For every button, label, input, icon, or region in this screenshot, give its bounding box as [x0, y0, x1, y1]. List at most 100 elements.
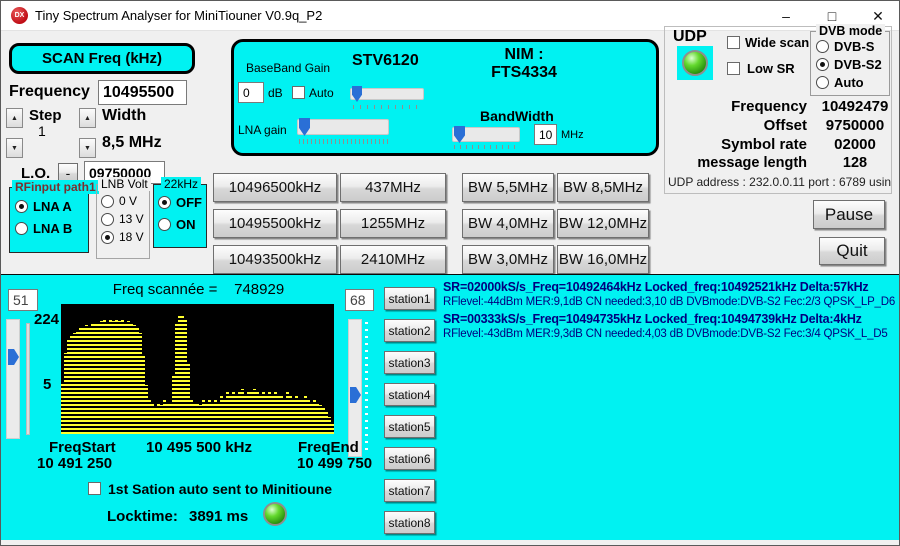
freq-start-value: 10 491 250 — [37, 455, 112, 472]
wide-scan-checkbox[interactable] — [727, 36, 740, 49]
lnb-volt-group: LNB Volt 0 V 13 V 18 V — [96, 184, 150, 259]
station8-button[interactable]: station8 — [384, 511, 435, 534]
radio-dvb-s2[interactable]: DVB-S2 — [816, 57, 882, 72]
scan-freq-button[interactable]: SCAN Freq (kHz) — [9, 43, 195, 74]
radio-22khz-on[interactable]: ON — [158, 217, 196, 232]
radio-dvb-s[interactable]: DVB-S — [816, 39, 874, 54]
app-window: DX Tiny Spectrum Analyser for MiniTioune… — [0, 0, 900, 546]
udp-led-frame — [677, 46, 713, 80]
nim-label-line1: NIM : — [474, 46, 574, 64]
right-gain-slider-thumb[interactable] — [350, 387, 361, 403]
preset-bw-button-40[interactable]: BW 4,0MHz — [462, 209, 554, 238]
preset-band-button-1[interactable]: 437MHz — [340, 173, 446, 202]
preset-band-button-2[interactable]: 1255MHz — [340, 209, 446, 238]
chip-label: STV6120 — [352, 52, 419, 70]
left-gain-input[interactable]: 51 — [8, 289, 38, 311]
status-row: Symbol rate 02000 — [695, 136, 891, 155]
status-rows: Frequency 10492479 Offset 9750000 Symbol… — [695, 98, 891, 172]
frequency-input[interactable]: 10495500 — [98, 80, 187, 105]
lna-slider-ticks — [299, 139, 389, 144]
status-label: message length — [697, 155, 807, 171]
left-gain-slider-thumb[interactable] — [8, 349, 19, 365]
right-gain-slider[interactable] — [348, 319, 362, 457]
freq-start-label: FreqStart — [49, 439, 116, 456]
status-row: Frequency 10492479 — [695, 98, 891, 117]
radio-13v[interactable]: 13 V — [101, 212, 144, 226]
station2-button[interactable]: station2 — [384, 319, 435, 342]
center-freq-value: 10 495 500 kHz — [139, 439, 259, 456]
result2-line1: SR=00333kS/s_Freq=10494735kHz Locked_fre… — [443, 312, 899, 328]
radio-18v[interactable]: 18 V — [101, 230, 144, 244]
station6-button[interactable]: station6 — [384, 447, 435, 470]
preset-freq-button-3[interactable]: 10493500kHz — [213, 245, 337, 274]
lna-gain-label: LNA gain — [238, 123, 287, 137]
station3-button[interactable]: station3 — [384, 351, 435, 374]
auto-checkbox[interactable] — [292, 86, 305, 99]
dvb-mode-caption: DVB mode — [816, 24, 885, 38]
station1-button[interactable]: station1 — [384, 287, 435, 310]
preset-bw-button-160[interactable]: BW 16,0MHz — [557, 245, 649, 274]
step-up-button[interactable]: ▲ — [6, 108, 23, 128]
radio-label: 18 V — [119, 230, 144, 244]
step-down-button[interactable]: ▼ — [6, 138, 23, 158]
auto-send-checkbox[interactable] — [88, 482, 101, 495]
radio-22khz-off[interactable]: OFF — [158, 195, 202, 210]
baseband-gain-label: BaseBand Gain — [246, 61, 330, 75]
preset-bw-button-55[interactable]: BW 5,5MHz — [462, 173, 554, 202]
width-up-button[interactable]: ▲ — [79, 108, 96, 128]
baseband-gain-input[interactable]: 0 — [238, 82, 264, 103]
station7-button[interactable]: station7 — [384, 479, 435, 502]
radio-icon[interactable] — [101, 213, 114, 226]
lna-gain-slider[interactable] — [297, 119, 389, 135]
preset-band-button-3[interactable]: 2410MHz — [340, 245, 446, 274]
radio-icon[interactable] — [15, 200, 28, 213]
preset-bw-button-30[interactable]: BW 3,0MHz — [462, 245, 554, 274]
locktime-label: Locktime: — [107, 508, 178, 525]
left-gain-slider[interactable] — [6, 319, 20, 439]
radio-label: LNA B — [33, 221, 72, 236]
status-row: Offset 9750000 — [695, 117, 891, 136]
locktime-led — [263, 502, 287, 526]
preset-freq-button-2[interactable]: 10495500kHz — [213, 209, 337, 238]
width-down-button[interactable]: ▼ — [79, 138, 96, 158]
rf-input-group: RFinput path1 LNA A LNA B — [9, 187, 89, 253]
bandwidth-input[interactable]: 10 — [534, 124, 557, 145]
radio-label: ON — [176, 217, 196, 232]
radio-icon[interactable] — [816, 58, 829, 71]
radio-icon[interactable] — [158, 196, 171, 209]
bandwidth-label: BandWidth — [480, 108, 554, 124]
radio-lna-a[interactable]: LNA A — [15, 199, 72, 214]
radio-icon[interactable] — [101, 231, 114, 244]
udp-address-line: UDP address : 232.0.0.11 port : 6789 usi… — [668, 175, 891, 189]
auto-send-label: 1st Sation auto sent to Minitioune — [108, 481, 332, 497]
quit-button[interactable]: Quit — [819, 237, 885, 265]
spectrum-bar — [331, 422, 334, 434]
status-value: 02000 — [819, 136, 891, 153]
bandwidth-mhz-label: MHz — [561, 129, 584, 141]
preset-bw-button-85[interactable]: BW 8,5MHz — [557, 173, 649, 202]
radio-icon[interactable] — [816, 40, 829, 53]
udp-status-panel: UDP Wide scan Low SR DVB mode DVB-S DVB-… — [664, 26, 892, 194]
baseband-slider-ticks — [353, 105, 423, 109]
radio-dvb-auto[interactable]: Auto — [816, 75, 864, 90]
auto-label: Auto — [309, 86, 334, 100]
app-icon: DX — [11, 7, 28, 24]
radio-icon[interactable] — [158, 218, 171, 231]
station5-button[interactable]: station5 — [384, 415, 435, 438]
radio-icon[interactable] — [15, 222, 28, 235]
radio-0v[interactable]: 0 V — [101, 194, 137, 208]
low-sr-checkbox[interactable] — [727, 62, 740, 75]
radio-icon[interactable] — [101, 195, 114, 208]
width-label: Width — [102, 107, 146, 125]
window-title: Tiny Spectrum Analyser for MiniTiouner V… — [35, 8, 322, 23]
radio-lna-b[interactable]: LNA B — [15, 221, 72, 236]
pause-button[interactable]: Pause — [813, 200, 885, 229]
radio-label: DVB-S — [834, 39, 874, 54]
preset-bw-button-120[interactable]: BW 12,0MHz — [557, 209, 649, 238]
right-gain-input[interactable]: 68 — [345, 289, 374, 311]
preset-freq-button-1[interactable]: 10496500kHz — [213, 173, 337, 202]
radio-icon[interactable] — [816, 76, 829, 89]
spectrum-panel: Freq scannée = 748929 51 224 5 68 FreqSt… — [1, 274, 900, 540]
station4-button[interactable]: station4 — [384, 383, 435, 406]
tuner-panel: STV6120 NIM : FTS4334 BaseBand Gain 0 dB… — [231, 39, 659, 156]
